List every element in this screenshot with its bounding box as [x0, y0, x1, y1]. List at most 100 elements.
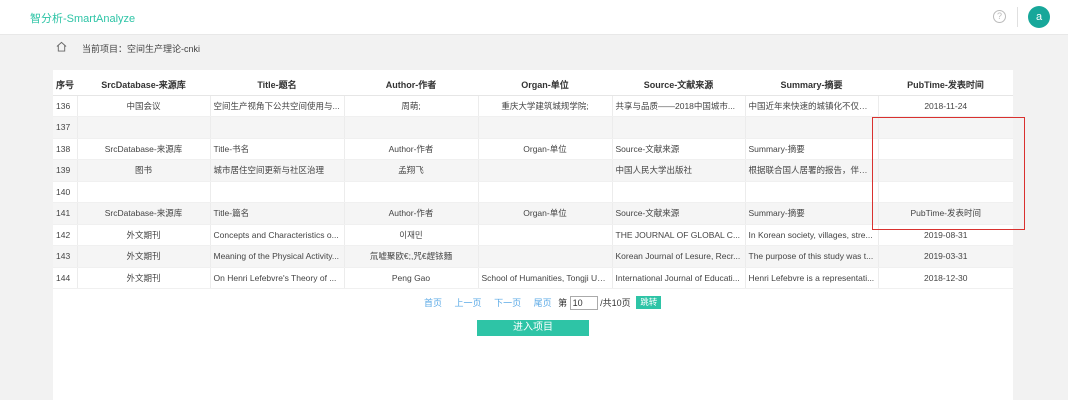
cell-row-number: 144 [53, 267, 78, 289]
cell-row-number: 139 [53, 159, 78, 182]
cell-source: THE JOURNAL OF GLOBAL C... [612, 224, 746, 246]
table-row[interactable]: 139 图书 城市居住空间更新与社区治理 孟翔飞 中国人民大学出版社 根据联合国人居署的报… [53, 159, 1013, 182]
cell-row-number: 138 [53, 138, 78, 160]
cell-row-number: 137 [53, 116, 78, 139]
pagination: 首页 上一页 下一页 尾页 第 10 /共10页 跳转 [424, 296, 662, 310]
cell-summary: 中国近年来快速的城镇化不仅带... [745, 95, 879, 117]
table-row[interactable]: 142 外文期刊 Concepts and Characteristics o...… [53, 224, 1013, 246]
cell-source-database: 中国会议 [77, 95, 211, 117]
cell-author [344, 181, 479, 203]
cell-author: 孟翔飞 [344, 159, 479, 182]
enter-project-button[interactable]: 进入项目 [477, 320, 589, 336]
cell-organ: Organ-单位 [478, 202, 613, 225]
table-row[interactable]: 140 [53, 181, 1013, 203]
cell-source-database: SrcDatabase-来源库 [77, 202, 211, 225]
cell-pub-time: 2019-08-31 [878, 224, 1013, 246]
cell-title: Meaning of the Physical Activity... [210, 245, 345, 268]
cell-organ [478, 116, 613, 139]
cell-source [612, 181, 746, 203]
current-project-label: 当前项目：空间生产理论-cnki [82, 44, 201, 54]
cell-organ [478, 224, 613, 246]
top-bar: 智分析-SmartAnalyze ? a [0, 0, 1068, 35]
cell-author: 周萌; [344, 95, 479, 117]
cell-author [344, 116, 479, 139]
prev-page-link[interactable]: 上一页 [455, 298, 482, 308]
cell-title: On Henri Lefebvre's Theory of ... [210, 267, 345, 289]
question-circle-icon[interactable]: ? [993, 10, 1006, 23]
column-header[interactable]: SrcDatabase-来源库 [77, 74, 210, 96]
last-page-link[interactable]: 尾页 [534, 298, 552, 308]
cell-row-number: 143 [53, 245, 78, 268]
page-prefix-label: 第 [558, 298, 568, 308]
topbar-divider [1017, 7, 1018, 27]
cell-source: Source-文献来源 [612, 138, 746, 160]
cell-row-number: 136 [53, 95, 78, 117]
cell-organ [478, 159, 613, 182]
next-page-link[interactable]: 下一页 [494, 298, 521, 308]
cell-title [210, 116, 345, 139]
cell-organ: School of Humanities, Tongji Un... [478, 267, 613, 289]
cell-row-number: 141 [53, 202, 78, 225]
cell-organ: Organ-单位 [478, 138, 613, 160]
cell-title: Title-书名 [210, 138, 345, 160]
results-table: 序号 SrcDatabase-来源库 Title-题名 Author-作者 Or… [53, 74, 1013, 289]
column-header[interactable]: Title-题名 [210, 74, 344, 96]
cell-source-database: 外文期刊 [77, 224, 211, 246]
cell-pub-time [878, 159, 1013, 182]
page-number-input[interactable]: 10 [569, 296, 598, 310]
column-header[interactable]: Author-作者 [344, 74, 478, 96]
cell-source-database: 外文期刊 [77, 245, 211, 268]
cell-row-number: 140 [53, 181, 78, 203]
table-row[interactable]: 143 外文期刊 Meaning of the Physical Activity.… [53, 245, 1013, 268]
jump-button[interactable]: 跳转 [636, 296, 662, 309]
table-row[interactable]: 137 [53, 116, 1013, 139]
cell-row-number: 142 [53, 224, 78, 246]
first-page-link[interactable]: 首页 [424, 298, 442, 308]
cell-title: 城市居住空间更新与社区治理 [210, 159, 345, 182]
cell-pub-time [878, 181, 1013, 203]
avatar[interactable]: a [1028, 6, 1050, 28]
cell-summary: Summary-摘要 [745, 202, 879, 225]
cell-title [210, 181, 345, 203]
cell-source-database: SrcDatabase-来源库 [77, 138, 211, 160]
page-total-label: /共10页 [600, 298, 631, 308]
column-header[interactable]: PubTime-发表时间 [878, 74, 1013, 96]
cell-source [612, 116, 746, 139]
cell-source: International Journal of Educati... [612, 267, 746, 289]
cell-author: 氚嘘聚欧€;,咒€趕铱麵 [344, 245, 479, 268]
column-header[interactable]: Organ-单位 [478, 74, 612, 96]
cell-pub-time [878, 138, 1013, 160]
column-header[interactable]: Summary-摘要 [745, 74, 878, 96]
cell-summary [745, 116, 879, 139]
cell-source-database: 图书 [77, 159, 211, 182]
cell-organ [478, 245, 613, 268]
table-header-row: 序号 SrcDatabase-来源库 Title-题名 Author-作者 Or… [53, 74, 1013, 96]
cell-organ [478, 181, 613, 203]
app-title[interactable]: 智分析-SmartAnalyze [30, 10, 135, 26]
cell-source: Source-文献来源 [612, 202, 746, 225]
cell-source: Korean Journal of Lesure, Recr... [612, 245, 746, 268]
cell-author: 이재민 [344, 224, 479, 246]
cell-source-database: 外文期刊 [77, 267, 211, 289]
table-row[interactable]: 138 SrcDatabase-来源库 Title-书名 Author-作者 Organ… [53, 138, 1013, 160]
cell-summary: 根据联合国人居署的报告，伴随... [745, 159, 879, 182]
cell-title: Title-篇名 [210, 202, 345, 225]
column-header[interactable]: Source-文献来源 [612, 74, 745, 96]
cell-source: 中国人民大学出版社 [612, 159, 746, 182]
cell-pub-time: 2019-03-31 [878, 245, 1013, 268]
cell-summary: The purpose of this study was t... [745, 245, 879, 268]
table-row[interactable]: 136 中国会议 空间生产视角下公共空间使用与... 周萌; 重庆大学建筑城规学院; 共享… [53, 95, 1013, 117]
cell-source-database [77, 181, 211, 203]
cell-source-database [77, 116, 211, 139]
cell-pub-time: PubTime-发表时间 [878, 202, 1013, 225]
cell-author: Author-作者 [344, 202, 479, 225]
table-row[interactable]: 141 SrcDatabase-来源库 Title-篇名 Author-作者 Organ… [53, 202, 1013, 225]
home-icon[interactable] [56, 41, 67, 52]
cell-title: Concepts and Characteristics o... [210, 224, 345, 246]
cell-summary [745, 181, 879, 203]
table-row[interactable]: 144 外文期刊 On Henri Lefebvre's Theory of ...… [53, 267, 1013, 289]
column-header[interactable]: 序号 [53, 74, 77, 96]
cell-summary: Henri Lefebvre is a representati... [745, 267, 879, 289]
cell-author: Peng Gao [344, 267, 479, 289]
cell-pub-time: 2018-12-30 [878, 267, 1013, 289]
